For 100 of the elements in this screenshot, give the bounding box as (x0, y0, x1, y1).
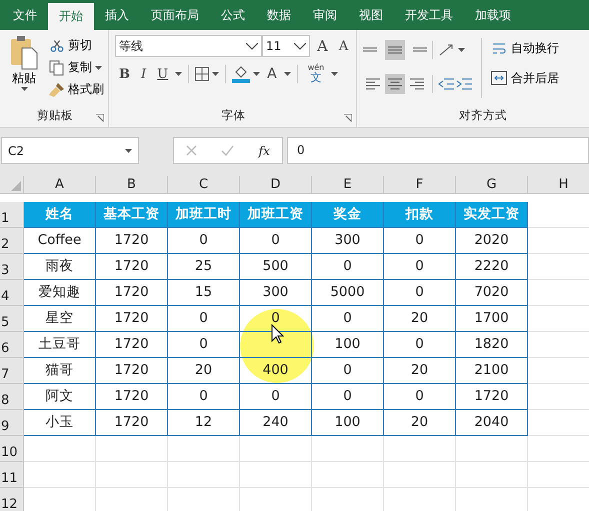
font-style-button[interactable]: B (115, 63, 134, 85)
empty-cell[interactable] (384, 462, 456, 488)
align-icon (413, 47, 428, 53)
row-header[interactable]: 11 (0, 462, 24, 488)
borders-icon[interactable] (195, 67, 210, 81)
decrease-indent-icon[interactable] (438, 77, 454, 91)
column-header[interactable]: F (384, 176, 456, 194)
empty-cell[interactable] (312, 436, 384, 462)
row-header[interactable]: 8 (0, 384, 24, 410)
font-color-button[interactable]: A (263, 63, 281, 85)
column-header[interactable]: B (96, 176, 168, 194)
grow-font-button[interactable]: A (313, 35, 332, 57)
copy-button[interactable]: 复制 (49, 58, 104, 77)
column-header[interactable]: H (528, 176, 589, 194)
ribbon-tab[interactable]: 页面布局 (140, 0, 210, 30)
empty-cell[interactable] (456, 462, 528, 488)
copy-icon (49, 60, 65, 76)
formula-field[interactable]: 0 (287, 137, 589, 164)
enter-icon[interactable] (221, 145, 234, 156)
column-header[interactable]: D (240, 176, 312, 194)
vertical-align-button[interactable] (385, 40, 406, 60)
table-cell: 12 (168, 410, 240, 436)
column-header[interactable]: E (312, 176, 384, 194)
row-header[interactable]: 6 (0, 332, 24, 358)
caret-icon (20, 87, 28, 91)
ribbon-tab[interactable]: 插入 (94, 0, 140, 30)
table-cell: 阿文 (24, 384, 96, 410)
paste-button[interactable]: 粘贴 (6, 34, 42, 105)
table-cell: 0 (312, 384, 384, 410)
empty-cell[interactable] (312, 462, 384, 488)
row-header[interactable]: 2 (0, 228, 24, 254)
empty-cell[interactable] (240, 436, 312, 462)
empty-cell[interactable] (456, 436, 528, 462)
table-cell: 100 (312, 410, 384, 436)
ribbon-tab[interactable]: 开始 (48, 3, 94, 30)
ribbon-tab[interactable]: 公式 (210, 0, 256, 30)
cut-button[interactable]: 剪切 (49, 36, 104, 55)
table-cell: 土豆哥 (24, 332, 96, 358)
table-cell: 20 (384, 410, 456, 436)
wrap-text-button[interactable]: 自动换行 (491, 36, 560, 60)
caret-icon (125, 148, 132, 152)
table-cell: 0 (384, 228, 456, 254)
ribbon-tab[interactable]: 视图 (348, 0, 394, 30)
row-header[interactable]: 10 (0, 436, 24, 462)
table-cell: 7020 (456, 280, 528, 306)
row-header[interactable]: 5 (0, 306, 24, 332)
fill-color-icon[interactable] (232, 65, 250, 83)
ribbon-tab[interactable]: 审阅 (302, 0, 348, 30)
select-all-icon[interactable] (11, 181, 21, 191)
column-header[interactable]: A (24, 176, 96, 194)
row-header[interactable]: 1 (0, 202, 24, 228)
row-header[interactable]: 9 (0, 410, 24, 436)
empty-cell[interactable] (96, 462, 168, 488)
row-header[interactable]: 3 (0, 254, 24, 280)
cursor-icon (271, 324, 285, 344)
horizontal-align-button[interactable] (385, 74, 406, 94)
dialog-launcher-icon[interactable] (96, 114, 104, 122)
column-header[interactable]: C (168, 176, 240, 194)
font-style-button[interactable]: U (153, 63, 172, 85)
name-box[interactable]: C2 (1, 137, 139, 164)
empty-cell[interactable] (168, 462, 240, 488)
align-icon (410, 77, 424, 91)
row-header[interactable]: 12 (0, 488, 24, 511)
table-cell: 1720 (96, 254, 168, 280)
table-cell: 0 (384, 384, 456, 410)
merge-center-button[interactable]: 合并后居 (491, 66, 560, 90)
ribbon-tab[interactable]: 数据 (256, 0, 302, 30)
ribbon-tab[interactable]: 开发工具 (394, 0, 464, 30)
row-header[interactable]: 7 (0, 358, 24, 384)
table-cell: 2220 (456, 254, 528, 280)
table-cell: 20 (384, 306, 456, 332)
table-cell: 1720 (96, 228, 168, 254)
table-cell: 500 (240, 254, 312, 280)
empty-cell[interactable] (168, 436, 240, 462)
table-cell: 0 (240, 384, 312, 410)
shrink-font-button[interactable]: A (334, 35, 352, 57)
empty-cell[interactable] (240, 462, 312, 488)
cancel-icon[interactable] (186, 145, 198, 156)
increase-indent-icon[interactable] (456, 77, 472, 91)
ribbon-tab[interactable]: 文件 (2, 0, 48, 30)
dialog-launcher-icon[interactable] (344, 114, 352, 122)
table-cell: 星空 (24, 306, 96, 332)
format-painter-button[interactable]: 格式刷 (49, 80, 104, 99)
row-header[interactable]: 4 (0, 280, 24, 306)
font-name-dropdown[interactable]: 等线 (115, 35, 262, 57)
table-cell: 0 (384, 254, 456, 280)
font-size-dropdown[interactable]: 11 (262, 35, 310, 57)
font-style-button[interactable]: I (137, 63, 150, 85)
column-header[interactable]: G (456, 176, 528, 194)
table-cell: 1720 (96, 280, 168, 306)
empty-cell[interactable] (384, 436, 456, 462)
table-cell: 小玉 (24, 410, 96, 436)
empty-cell[interactable] (96, 436, 168, 462)
table-cell: 0 (312, 254, 384, 280)
insert-function-button[interactable]: fx (258, 144, 270, 158)
table-cell: 1720 (96, 384, 168, 410)
caret-icon (253, 72, 260, 76)
ribbon-tab[interactable]: 加载项 (464, 0, 522, 30)
table-cell: 5000 (312, 280, 384, 306)
phonetic-button[interactable]: wén 文 (304, 63, 328, 85)
